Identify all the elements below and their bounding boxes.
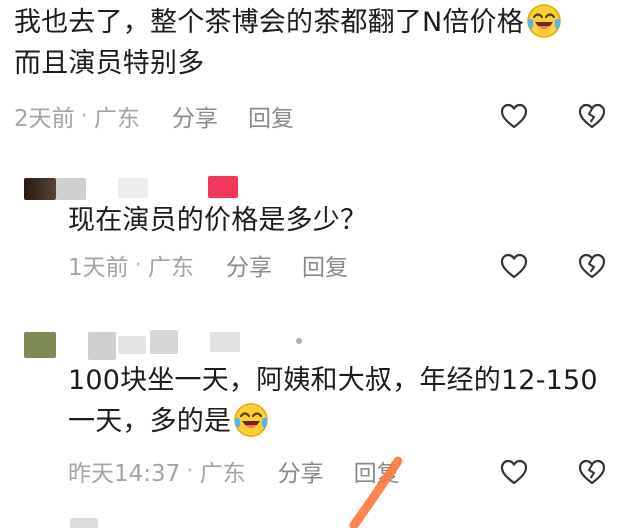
annotation-stroke bbox=[349, 456, 403, 528]
comment-3-line-2: 一天，多的是 bbox=[68, 406, 232, 437]
comment-1-separator: · bbox=[80, 103, 88, 129]
broken-heart-outline-icon bbox=[578, 459, 606, 485]
next-comment-blur bbox=[70, 518, 98, 528]
heart-outline-icon bbox=[500, 253, 528, 279]
comment-3-like-button[interactable] bbox=[500, 459, 528, 485]
username-blur bbox=[118, 178, 148, 198]
username-blur bbox=[88, 332, 116, 360]
laughing-crying-emoji-icon bbox=[233, 402, 269, 438]
username-blur bbox=[150, 330, 178, 354]
comment-2-text: 现在演员的价格是多少？ bbox=[68, 200, 367, 241]
laughing-crying-emoji-icon bbox=[526, 3, 562, 39]
comment-3-location: 广东 bbox=[199, 461, 246, 487]
comment-1-dislike-button[interactable] bbox=[578, 103, 606, 129]
comment-1-line-2: 而且演员特别多 bbox=[14, 48, 205, 79]
username-blur bbox=[56, 178, 86, 200]
comment-1-time: 2天前 bbox=[14, 106, 75, 132]
heart-outline-icon bbox=[500, 103, 528, 129]
comment-3-time: 昨天14:37 bbox=[68, 461, 181, 487]
comment-1-text: 我也去了，整个茶博会的茶都翻了N倍价格 而且演员特别多 bbox=[14, 2, 562, 84]
comment-2-time: 1天前 bbox=[68, 255, 129, 281]
username-blur bbox=[118, 336, 146, 354]
comment-1-reply-button[interactable]: 回复 bbox=[248, 99, 294, 133]
comment-2-share-button[interactable]: 分享 bbox=[226, 248, 272, 282]
badge-blur bbox=[208, 176, 238, 198]
comment-2-line-1: 现在演员的价格是多少？ bbox=[68, 205, 368, 236]
avatar[interactable] bbox=[24, 178, 56, 200]
broken-heart-outline-icon bbox=[578, 253, 606, 279]
comment-2-reply-button[interactable]: 回复 bbox=[302, 248, 348, 282]
comment-1-line-1: 我也去了，整个茶博会的茶都翻了N倍价格 bbox=[14, 7, 524, 38]
comment-1-meta: 2天前 · 广东 分享 回复 bbox=[14, 99, 294, 133]
comment-2-dislike-button[interactable] bbox=[578, 253, 606, 279]
comment-2-location: 广东 bbox=[147, 255, 194, 281]
comment-1-location: 广东 bbox=[93, 106, 140, 132]
comment-1-like-button[interactable] bbox=[500, 103, 528, 129]
avatar[interactable] bbox=[24, 332, 56, 358]
heart-outline-icon bbox=[500, 459, 528, 485]
comment-2-meta: 1天前 · 广东 分享 回复 bbox=[68, 248, 348, 282]
username-blur bbox=[210, 332, 240, 352]
comment-3-line-1: 100块坐一天，阿姨和大叔，年经的12-150 bbox=[68, 365, 598, 396]
broken-heart-outline-icon bbox=[578, 103, 606, 129]
comment-3-dislike-button[interactable] bbox=[578, 459, 606, 485]
comment-2-separator: · bbox=[134, 252, 142, 278]
comment-3-text: 100块坐一天，阿姨和大叔，年经的12-150 一天，多的是 bbox=[68, 360, 598, 442]
comment-2-like-button[interactable] bbox=[500, 253, 528, 279]
comment-3-share-button[interactable]: 分享 bbox=[278, 454, 324, 488]
more-indicator bbox=[296, 338, 302, 344]
comment-3-separator: · bbox=[186, 458, 194, 484]
comment-1-share-button[interactable]: 分享 bbox=[172, 99, 218, 133]
